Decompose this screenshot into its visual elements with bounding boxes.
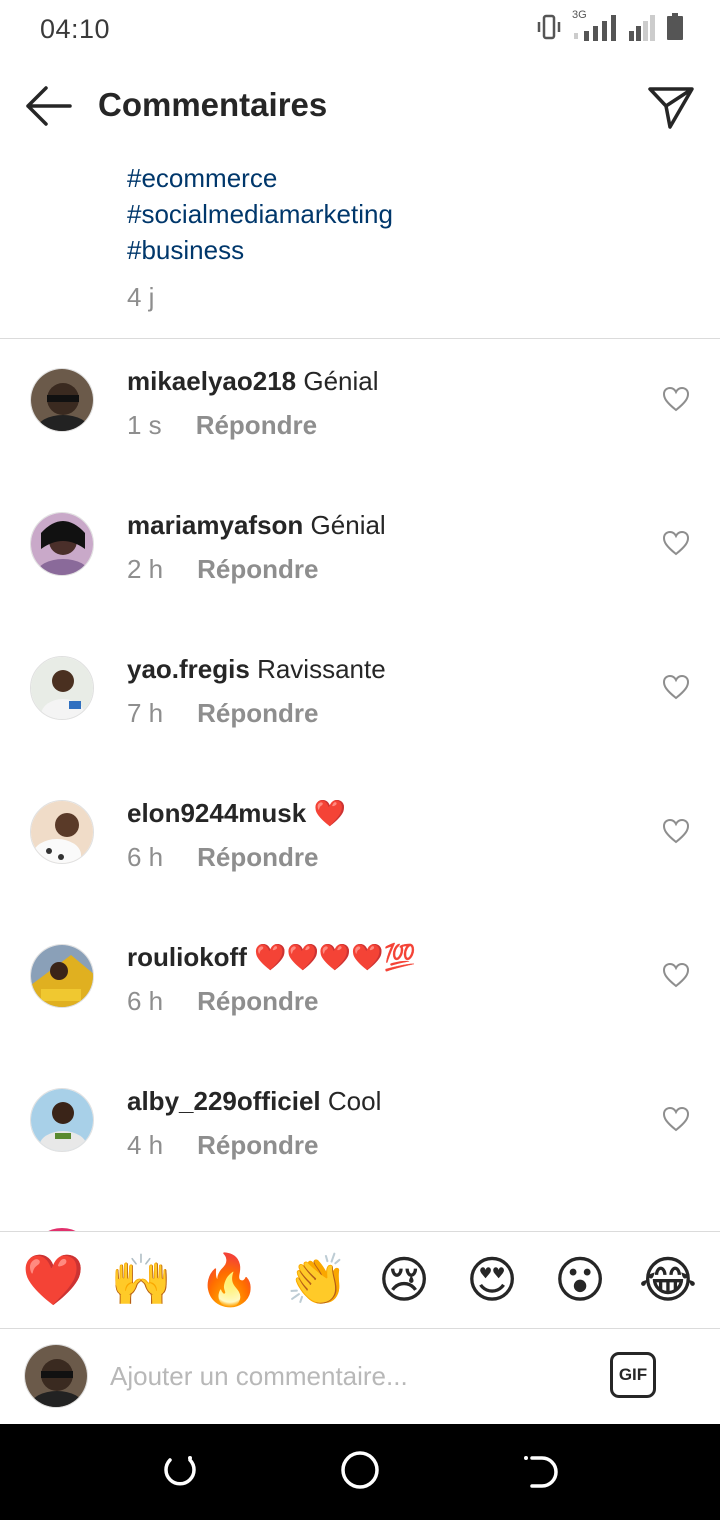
- comment-username[interactable]: mariamyafson: [127, 510, 303, 540]
- crying-face-emoji-button[interactable]: 😢: [374, 1250, 434, 1310]
- comment-text: mikaelyao218 Génial: [127, 366, 630, 396]
- comment-message: Ravissante: [257, 654, 386, 684]
- signal-icon: [628, 13, 656, 46]
- comment-time: 7 h: [127, 698, 164, 728]
- page-title: Commentaires: [98, 86, 328, 123]
- hashtag-link[interactable]: #socialmediamarketing: [127, 196, 393, 232]
- divider: [0, 338, 720, 339]
- battery-icon: [666, 13, 684, 46]
- clapping-hands-emoji-button[interactable]: 👏: [286, 1250, 348, 1310]
- red-heart-emoji-button[interactable]: ❤️: [22, 1250, 84, 1310]
- heart-icon[interactable]: [662, 818, 690, 844]
- emoji-reaction-bar: ❤️ 🙌 🔥 👏 😢 😍 😮 😂: [0, 1231, 720, 1329]
- surprised-face-emoji-button[interactable]: 😮: [550, 1250, 610, 1310]
- comment-input[interactable]: [110, 1350, 580, 1402]
- comment-message: ❤️: [313, 798, 346, 828]
- reply-button[interactable]: Répondre: [197, 986, 318, 1017]
- avatar[interactable]: [30, 1088, 94, 1152]
- heart-icon[interactable]: [662, 674, 690, 700]
- arrow-left-icon[interactable]: [22, 84, 74, 128]
- reply-button[interactable]: Répondre: [197, 842, 318, 873]
- comment-meta: 1 s Répondre: [127, 410, 630, 441]
- network-type-label: 3G: [572, 9, 587, 21]
- avatar: [24, 1344, 88, 1408]
- comment-item: elon9244musk ❤️ 6 h Répondre: [0, 772, 720, 916]
- comment-username[interactable]: yao.fregis: [127, 654, 250, 684]
- tears-of-joy-emoji-button[interactable]: 😂: [638, 1250, 698, 1310]
- comment-time: 1 s: [127, 410, 162, 440]
- comment-list[interactable]: mikaelyao218 Génial 1 s Répondre mariamy…: [0, 340, 720, 1230]
- heart-icon[interactable]: [662, 962, 690, 988]
- caption-timestamp: 4 j: [127, 282, 155, 312]
- comment-meta: 7 h Répondre: [127, 698, 630, 729]
- comment-text: rouliokoff ❤️❤️❤️❤️💯: [127, 942, 630, 972]
- status-bar: 04:10 3G: [0, 0, 720, 60]
- comment-time: 4 h: [127, 1130, 164, 1160]
- reply-button[interactable]: Répondre: [197, 554, 318, 585]
- comment-item: mariamyafson Génial 2 h Répondre: [0, 484, 720, 628]
- back-nav-icon[interactable]: [520, 1452, 560, 1492]
- comment-text: alby_229officiel Cool: [127, 1086, 630, 1116]
- system-nav-bar: [0, 1424, 720, 1520]
- comment-body: rouliokoff ❤️❤️❤️❤️💯 6 h Répondre: [127, 942, 630, 1017]
- comment-item: yao.fregis Ravissante 7 h Répondre: [0, 628, 720, 772]
- avatar[interactable]: [30, 656, 94, 720]
- comment-text: mariamyafson Génial: [127, 510, 630, 540]
- gif-button[interactable]: GIF: [610, 1352, 656, 1398]
- comment-username[interactable]: alby_229officiel: [127, 1086, 321, 1116]
- comment-body: mariamyafson Génial 2 h Répondre: [127, 510, 630, 585]
- avatar[interactable]: [30, 512, 94, 576]
- comment-message: Cool: [327, 1086, 382, 1116]
- avatar[interactable]: [30, 800, 94, 864]
- reply-button[interactable]: Répondre: [197, 1130, 318, 1161]
- heart-eyes-emoji-button[interactable]: 😍: [462, 1250, 522, 1310]
- comment-username[interactable]: rouliokoff: [127, 942, 247, 972]
- home-icon[interactable]: [340, 1450, 380, 1490]
- comment-composer: GIF: [0, 1330, 720, 1424]
- paper-plane-icon[interactable]: [646, 82, 696, 132]
- comment-body: alby_229officiel Cool 4 h Répondre: [127, 1086, 630, 1161]
- comment-time: 6 h: [127, 842, 164, 872]
- comment-item: alby_229officiel Cool 4 h Répondre: [0, 1060, 720, 1204]
- heart-icon[interactable]: [662, 386, 690, 412]
- hashtag-link[interactable]: #business: [127, 232, 393, 268]
- comment-meta: 4 h Répondre: [127, 1130, 630, 1161]
- comment-message: Génial: [303, 366, 379, 396]
- avatar[interactable]: [30, 944, 94, 1008]
- comment-text: yao.fregis Ravissante: [127, 654, 630, 684]
- comment-time: 2 h: [127, 554, 164, 584]
- comment-message: Génial: [310, 510, 386, 540]
- comment-body: elon9244musk ❤️ 6 h Répondre: [127, 798, 630, 873]
- comment-meta: 6 h Répondre: [127, 986, 630, 1017]
- heart-icon[interactable]: [662, 530, 690, 556]
- heart-icon[interactable]: [662, 1106, 690, 1132]
- fire-emoji-button[interactable]: 🔥: [198, 1250, 260, 1310]
- comment-username[interactable]: elon9244musk: [127, 798, 306, 828]
- screen: 04:10 3G Commentaires #ecommerce #social…: [0, 0, 720, 1520]
- comment-item: rouliokoff ❤️❤️❤️❤️💯 6 h Répondre: [0, 916, 720, 1060]
- comment-body: yao.fregis Ravissante 7 h Répondre: [127, 654, 630, 729]
- comment-message: ❤️❤️❤️❤️💯: [254, 942, 416, 972]
- raising-hands-emoji-button[interactable]: 🙌: [110, 1250, 172, 1310]
- comment-time: 6 h: [127, 986, 164, 1016]
- reply-button[interactable]: Répondre: [197, 698, 318, 729]
- hashtag-link[interactable]: #ecommerce: [127, 160, 393, 196]
- comment-username[interactable]: mikaelyao218: [127, 366, 296, 396]
- comment-body: mikaelyao218 Génial 1 s Répondre: [127, 366, 630, 441]
- comment-item: mikaelyao218 Génial 1 s Répondre: [0, 340, 720, 484]
- vibrate-icon: [536, 13, 562, 46]
- recent-apps-icon[interactable]: [160, 1452, 200, 1492]
- avatar[interactable]: [30, 368, 94, 432]
- header: Commentaires: [0, 62, 720, 152]
- status-time: 04:10: [40, 14, 111, 44]
- comment-meta: 6 h Répondre: [127, 842, 630, 873]
- comment-text: elon9244musk ❤️: [127, 798, 630, 828]
- comment-meta: 2 h Répondre: [127, 554, 630, 585]
- signal-icon: 3G: [572, 9, 618, 46]
- status-icons: 3G: [536, 9, 684, 46]
- post-caption: #ecommerce #socialmediamarketing #busine…: [127, 160, 393, 313]
- reply-button[interactable]: Répondre: [196, 410, 317, 441]
